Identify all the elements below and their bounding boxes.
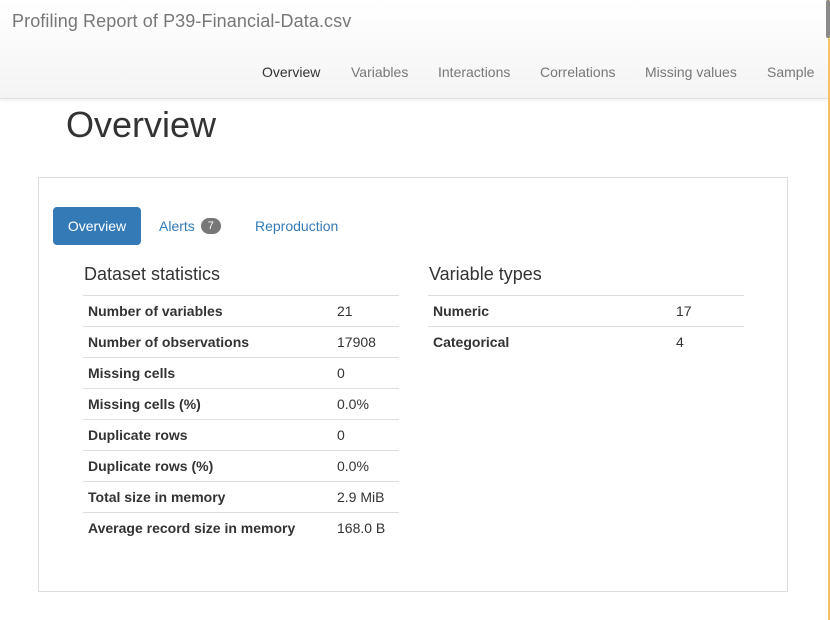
table-row: Numeric 17 <box>428 295 744 327</box>
table-row: Missing cells (%) 0.0% <box>83 388 399 420</box>
stat-key: Number of observations <box>83 326 332 358</box>
dataset-statistics-title: Dataset statistics <box>84 264 221 284</box>
stat-key: Average record size in memory <box>83 512 332 544</box>
page-title: Overview <box>66 104 217 145</box>
overview-panel: Overview Alerts 7 Reproduction Dataset st… <box>38 177 788 592</box>
tab-alerts-label: Alerts <box>159 218 195 234</box>
nav-sample[interactable]: Sample <box>767 64 814 80</box>
nav-interactions[interactable]: Interactions <box>438 64 510 80</box>
stat-value: 0 <box>332 357 399 389</box>
stat-value: 0.0% <box>332 450 399 482</box>
stat-key: Number of variables <box>83 295 332 327</box>
variable-types-table: Numeric 17 Categorical 4 <box>428 295 744 358</box>
stat-value: 21 <box>332 295 399 327</box>
scrollbar-thumb[interactable] <box>826 0 830 38</box>
stat-value: 0.0% <box>332 388 399 420</box>
nav-variables[interactable]: Variables <box>351 64 408 80</box>
stat-value: 168.0 B <box>332 512 399 544</box>
stat-value: 0 <box>332 419 399 451</box>
table-row: Number of variables 21 <box>83 295 399 327</box>
type-key: Categorical <box>428 326 671 358</box>
table-row: Number of observations 17908 <box>83 326 399 358</box>
tab-overview[interactable]: Overview <box>53 207 141 245</box>
type-value: 4 <box>671 326 744 358</box>
alerts-count-badge: 7 <box>200 218 221 235</box>
nav-missing-values[interactable]: Missing values <box>645 64 737 80</box>
report-title[interactable]: Profiling Report of P39-Financial-Data.c… <box>12 11 351 32</box>
stat-value: 17908 <box>332 326 399 358</box>
stat-key: Duplicate rows <box>83 419 332 451</box>
table-row: Total size in memory 2.9 MiB <box>83 481 399 513</box>
type-value: 17 <box>671 295 744 327</box>
nav-overview[interactable]: Overview <box>262 64 320 80</box>
tab-alerts[interactable]: Alerts 7 <box>159 207 221 245</box>
type-key: Numeric <box>428 295 671 327</box>
stat-value: 2.9 MiB <box>332 481 399 513</box>
variable-types-title: Variable types <box>429 264 542 284</box>
stat-key: Missing cells <box>83 357 332 389</box>
table-row: Categorical 4 <box>428 326 744 358</box>
stat-key: Total size in memory <box>83 481 332 513</box>
tab-reproduction[interactable]: Reproduction <box>255 207 338 245</box>
stat-key: Duplicate rows (%) <box>83 450 332 482</box>
table-row: Missing cells 0 <box>83 357 399 389</box>
table-row: Duplicate rows (%) 0.0% <box>83 450 399 482</box>
top-navbar: Profiling Report of P39-Financial-Data.c… <box>0 0 828 99</box>
nav-correlations[interactable]: Correlations <box>540 64 615 80</box>
stat-key: Missing cells (%) <box>83 388 332 420</box>
table-row: Average record size in memory 168.0 B <box>83 512 399 544</box>
table-row: Duplicate rows 0 <box>83 419 399 451</box>
dataset-statistics-table: Number of variables 21 Number of observa… <box>83 295 399 544</box>
